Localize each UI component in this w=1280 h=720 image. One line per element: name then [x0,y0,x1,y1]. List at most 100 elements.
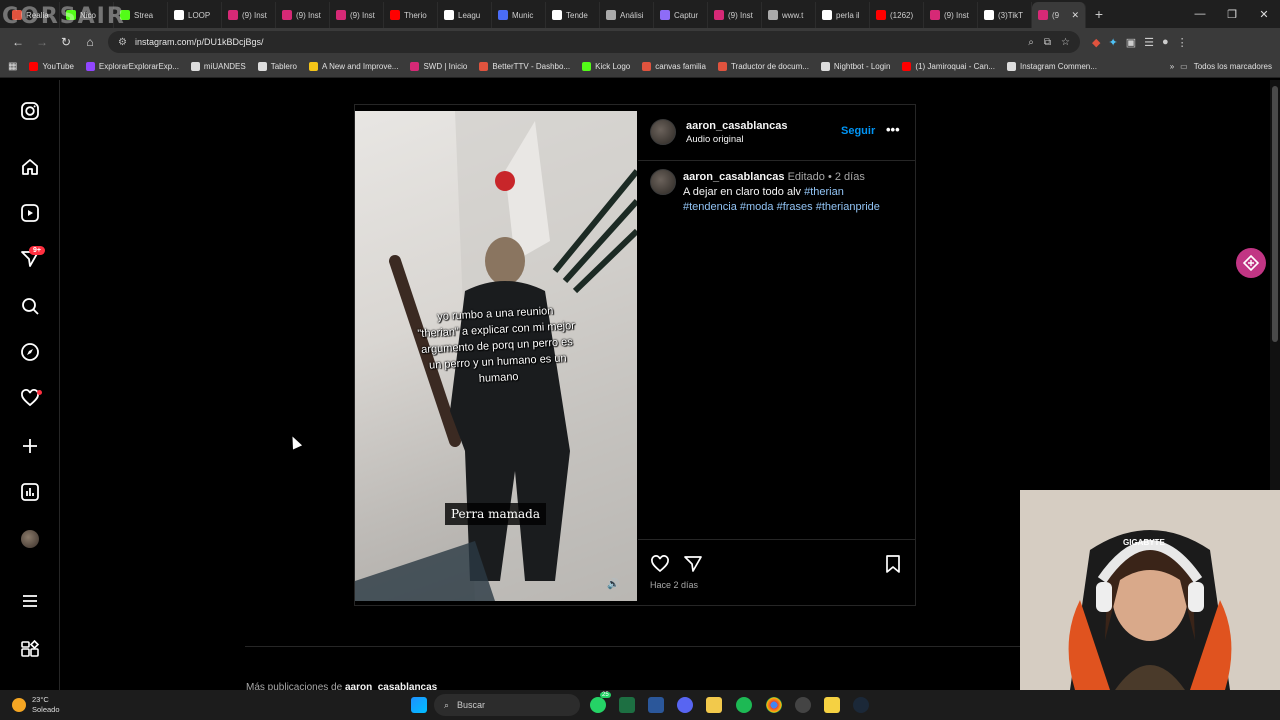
spotify-icon[interactable] [736,697,752,713]
bookmark-item[interactable]: Tablero [257,62,297,71]
save-bookmark-icon[interactable] [883,554,903,574]
explore-icon[interactable] [19,341,41,363]
close-tab-icon[interactable]: ✕ [1071,10,1079,21]
bookmark-item[interactable]: Instagram Commen... [1007,62,1097,71]
extension-icon[interactable]: ◆ [1092,36,1100,49]
chrome-menu-icon[interactable]: ⋮ [1177,36,1188,49]
windows-start-icon[interactable] [411,697,427,713]
restore-icon[interactable]: ❐ [1216,8,1248,21]
audio-label[interactable]: Audio original [686,134,744,145]
tab-label: (9) Inst [350,10,375,20]
browser-tab[interactable]: perla il [816,2,870,28]
browser-tab[interactable]: (9 ✕ [1032,2,1086,28]
minimize-icon[interactable]: — [1184,8,1216,21]
tab-favicon-icon [714,10,724,20]
steam-icon[interactable] [853,697,869,713]
reels-icon[interactable] [19,202,41,224]
close-window-icon[interactable]: ✕ [1248,8,1280,21]
bookmark-item[interactable]: BetterTTV - Dashbo... [479,62,570,71]
extensions-puzzle-icon[interactable]: ▣ [1126,36,1136,49]
post-video[interactable]: yo rumbo a una reunion "therian" a expli… [355,111,637,601]
profile-avatar-icon[interactable]: ● [1162,36,1169,49]
dashboard-icon[interactable] [19,481,41,503]
home-icon[interactable] [19,156,41,178]
install-app-icon[interactable]: ⧉ [1044,37,1051,48]
bookmark-item[interactable]: Kick Logo [582,62,630,71]
share-icon[interactable] [683,554,703,574]
author-username[interactable]: aaron_casablancas [686,120,788,132]
zoom-icon[interactable]: ⌕ [1028,37,1034,48]
bookmark-item[interactable]: YouTube [29,62,74,71]
new-tab-button[interactable]: + [1086,6,1112,22]
excel-icon[interactable] [619,697,635,713]
whatsapp-icon[interactable] [590,697,606,713]
browser-tab[interactable]: (9) Inst [276,2,330,28]
browser-tab[interactable]: Análisi [600,2,654,28]
reading-list-icon[interactable]: ☰ [1144,36,1154,49]
tab-favicon-icon [174,10,184,20]
discord-icon[interactable] [677,697,693,713]
like-heart-icon[interactable] [650,554,670,574]
forward-icon[interactable]: → [30,35,54,49]
sticky-notes-icon[interactable] [824,697,840,713]
caption-avatar[interactable] [650,169,676,195]
home-icon[interactable]: ⌂ [78,35,102,49]
browser-tab[interactable]: (3)TikT [978,2,1032,28]
notepad-icon[interactable] [648,697,664,713]
bookmark-item[interactable]: (1) Jamiroquai - Can... [902,62,995,71]
taskbar-search[interactable]: ⌕ Buscar [434,694,580,716]
menu-hamburger-icon[interactable] [19,590,41,612]
back-icon[interactable]: ← [6,35,30,49]
bookmark-star-icon[interactable]: ☆ [1061,37,1070,48]
browser-tab[interactable]: Captur [654,2,708,28]
bookmark-item[interactable]: ExplorarExplorarExp... [85,62,179,71]
browser-tab[interactable]: (9) Inst [222,2,276,28]
bookmark-item[interactable]: canvas familia [642,62,706,71]
bookmark-label: Kick Logo [595,62,631,71]
extension-icon[interactable]: ✦ [1108,36,1117,49]
site-info-icon[interactable]: ⚙ [118,37,127,48]
browser-tab[interactable]: (9) Inst [708,2,762,28]
caption-username[interactable]: aaron_casablancas [683,171,785,183]
author-avatar[interactable] [650,119,676,145]
instagram-logo-icon[interactable] [19,100,41,122]
all-bookmarks-link[interactable]: Todos los marcadores [1194,62,1272,71]
chrome-icon[interactable] [766,697,782,713]
tab-label: Munic [512,10,534,20]
create-plus-icon[interactable] [19,435,41,457]
hashtag-links[interactable]: #tendencia #moda #frases #therianpride [683,201,880,213]
browser-tab[interactable]: Tende [546,2,600,28]
browser-tab[interactable]: LOOP [168,2,222,28]
browser-tab[interactable]: (9) Inst [924,2,978,28]
weather-widget[interactable]: 23°C Soleado [12,695,60,715]
hashtag-link[interactable]: #therian [804,186,844,198]
bookmark-item[interactable]: SWD | Inicio [410,62,467,71]
tab-label: Strea [134,10,154,20]
browser-tab[interactable]: Leagu [438,2,492,28]
more-bookmarks-icon[interactable]: » [1170,62,1174,71]
mute-toggle-icon[interactable]: 🔊 [607,579,619,590]
bookmark-item[interactable]: Traductor de docum... [717,62,809,71]
caption-tags-line: #tendencia #moda #frases #therianpride [683,201,880,213]
bookmark-item[interactable]: Nightbot - Login [820,62,890,71]
apps-grid-icon[interactable]: ▦ [8,61,17,72]
settings-icon[interactable] [795,697,811,713]
bookmark-item[interactable]: miUANDES [190,62,246,71]
browser-tab[interactable]: (9) Inst [330,2,384,28]
reload-icon[interactable]: ↻ [54,35,78,49]
browser-tab[interactable]: (1262) [870,2,924,28]
browser-tab[interactable]: www.t [762,2,816,28]
scrollbar-thumb[interactable] [1272,86,1278,342]
follow-button[interactable]: Seguir [841,125,875,137]
address-bar[interactable]: ⚙ instagram.com/p/DU1kBDcjBgs/ ⌕ ⧉ ☆ [108,31,1080,53]
also-from-meta-icon[interactable] [19,638,41,660]
profile-avatar[interactable] [19,528,41,550]
browser-tab[interactable]: Therio [384,2,438,28]
search-icon[interactable] [19,295,41,317]
file-explorer-icon[interactable] [706,697,722,713]
bookmark-item[interactable]: A New and Improve... [308,62,398,71]
bookmark-label: BetterTTV - Dashbo... [492,62,571,71]
browser-tab[interactable]: Munic [492,2,546,28]
floating-extension-button[interactable] [1236,248,1266,278]
more-options-icon[interactable]: ••• [886,122,900,137]
